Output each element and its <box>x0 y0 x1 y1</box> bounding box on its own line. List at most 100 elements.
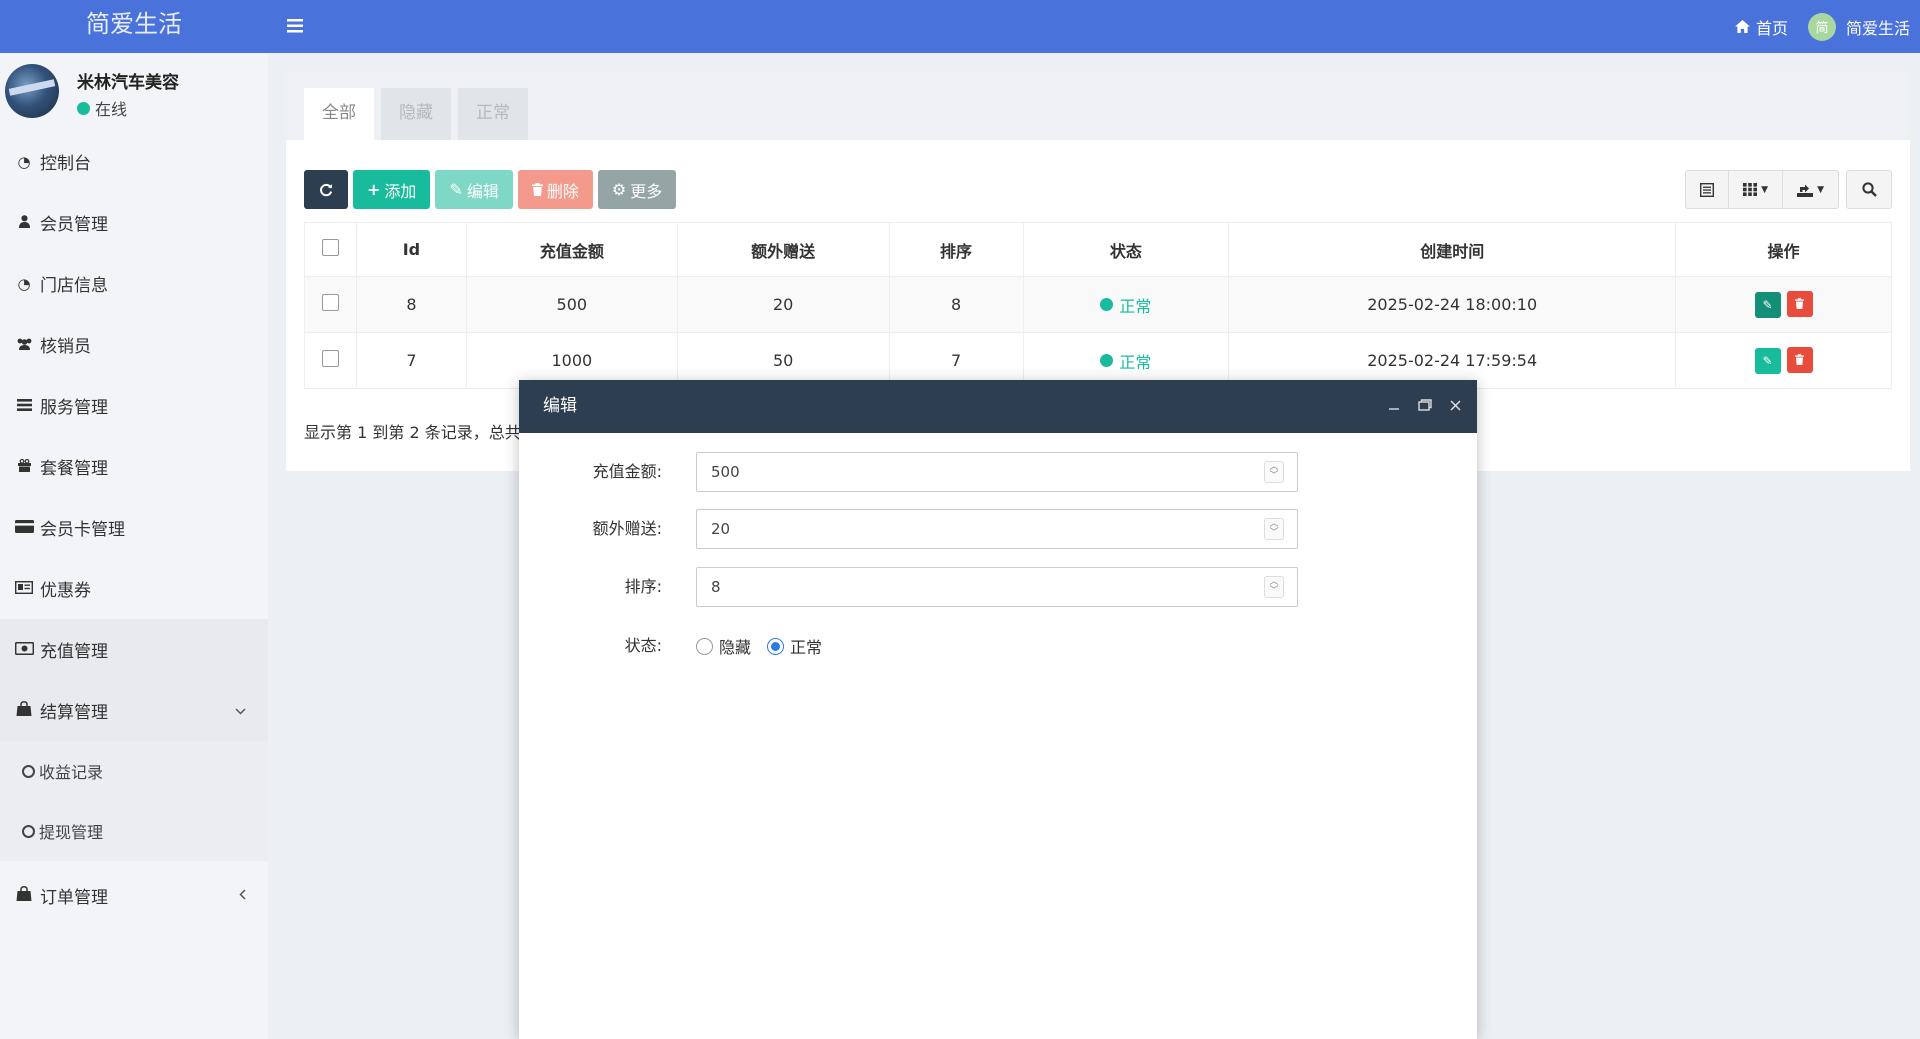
sidebar-item-member-cards[interactable]: 会员卡管理 <box>0 497 268 558</box>
column-header[interactable]: 创建时间 <box>1228 222 1677 277</box>
list-icon <box>14 397 34 415</box>
minimize-icon[interactable] <box>1388 380 1400 433</box>
edit-button[interactable]: ✎ 编辑 <box>435 170 513 209</box>
search-button[interactable] <box>1846 170 1892 209</box>
shopping-bag-icon <box>14 701 34 720</box>
pencil-icon: ✎ <box>1762 354 1773 369</box>
top-navbar: 简爱生活 首页 简 简爱生活 <box>0 0 1920 53</box>
sidebar-item-settlement[interactable]: 结算管理 <box>0 680 268 741</box>
amount-input[interactable]: 500 ︿ ﹀ <box>696 452 1298 492</box>
table-row[interactable]: 8 500 20 8 正常 2025-02-24 18:00:10 ✎ <box>304 276 1892 333</box>
columns-button[interactable]: ▼ <box>1729 171 1784 208</box>
bonus-label: 额外赠送: <box>592 519 662 538</box>
trash-icon <box>1795 354 1805 366</box>
refresh-button[interactable] <box>304 170 348 209</box>
sidebar-item-members[interactable]: 会员管理 <box>0 192 268 253</box>
sidebar-item-withdrawals[interactable]: 提现管理 <box>0 801 268 861</box>
dialog-header: 编辑 <box>519 380 1477 433</box>
form-row-status: 状态: 隐藏 正常 <box>519 626 1477 666</box>
home-link[interactable]: 首页 <box>1735 15 1788 39</box>
sidebar-item-orders[interactable]: 订单管理 <box>0 865 268 926</box>
export-button[interactable]: ▼ <box>1783 171 1838 208</box>
column-header[interactable]: 状态 <box>1022 222 1230 277</box>
maximize-icon[interactable] <box>1418 380 1432 433</box>
sidebar-item-coupons[interactable]: 优惠券 <box>0 558 268 619</box>
sidebar-item-services[interactable]: 服务管理 <box>0 375 268 436</box>
number-stepper-icon[interactable]: ︿ ﹀ <box>1264 576 1284 598</box>
cell-id: 8 <box>355 276 467 333</box>
recharge-table: Id 充值金额 额外赠送 排序 状态 创建时间 操作 8 500 20 8 正常… <box>304 222 1892 389</box>
user-menu[interactable]: 简 简爱生活 <box>1807 12 1910 41</box>
number-stepper-icon[interactable]: ︿ ﹀ <box>1264 461 1284 483</box>
bonus-input[interactable]: 20 ︿ ﹀ <box>696 509 1298 549</box>
cell-status: 正常 <box>1022 276 1230 333</box>
sidebar-item-verifiers[interactable]: 核销员 <box>0 314 268 375</box>
tab-hidden[interactable]: 隐藏 <box>381 88 451 141</box>
refresh-icon <box>320 183 333 196</box>
list-view-icon <box>1700 182 1715 197</box>
form-row-sort: 排序: 8 ︿ ﹀ <box>519 567 1477 607</box>
trash-icon <box>1795 298 1805 310</box>
toggle-view-button[interactable] <box>1686 171 1730 208</box>
id-card-icon <box>14 580 34 598</box>
status-badge[interactable]: 正常 <box>1100 349 1151 373</box>
tab-all[interactable]: 全部 <box>304 88 374 141</box>
status-radio-group: 隐藏 正常 <box>696 626 822 666</box>
tab-normal[interactable]: 正常 <box>458 88 528 141</box>
pencil-icon: ✎ <box>1762 298 1773 313</box>
pagination-info: 显示第 1 到第 2 条记录，总共 <box>304 423 521 442</box>
row-delete-button[interactable] <box>1786 290 1813 317</box>
export-icon <box>1797 184 1814 197</box>
sidebar-subitem-label: 收益记录 <box>39 763 104 782</box>
column-header[interactable]: 额外赠送 <box>676 222 890 277</box>
cell-id: 7 <box>355 332 467 389</box>
sidebar-item-recharge[interactable]: 充值管理 <box>0 619 268 680</box>
more-button[interactable]: ⚙ 更多 <box>597 170 677 209</box>
more-button-label: 更多 <box>630 181 663 201</box>
sidebar-item-label: 会员管理 <box>40 215 108 235</box>
dialog-controls <box>1388 380 1461 433</box>
tab-bar: 全部 隐藏 正常 <box>286 71 1910 141</box>
row-edit-button[interactable]: ✎ <box>1754 348 1781 375</box>
row-delete-button[interactable] <box>1786 346 1813 373</box>
number-stepper-icon[interactable]: ︿ ﹀ <box>1264 518 1284 540</box>
add-button[interactable]: + 添加 <box>353 170 431 209</box>
close-icon[interactable] <box>1450 380 1461 433</box>
sidebar-toggle-icon[interactable] <box>287 14 303 38</box>
cell-actions: ✎ <box>1675 276 1892 333</box>
column-header[interactable]: 排序 <box>888 222 1024 277</box>
delete-button-label: 删除 <box>546 181 579 201</box>
sidebar-item-packages[interactable]: 套餐管理 <box>0 436 268 497</box>
row-edit-button[interactable]: ✎ <box>1754 292 1781 319</box>
sidebar-item-income-records[interactable]: 收益记录 <box>0 741 268 801</box>
chevron-down-icon <box>235 703 246 719</box>
plus-icon: + <box>367 180 381 199</box>
select-all-checkbox[interactable] <box>321 239 339 256</box>
status-badge[interactable]: 正常 <box>1100 293 1151 317</box>
cell-created: 2025-02-24 18:00:10 <box>1228 276 1677 333</box>
column-header[interactable]: 充值金额 <box>465 222 678 277</box>
top-right-nav: 首页 简 简爱生活 <box>1735 0 1910 53</box>
grid-icon <box>1743 183 1758 196</box>
row-checkbox[interactable] <box>321 294 339 311</box>
row-checkbox[interactable] <box>321 350 339 367</box>
form-row-amount: 充值金额: 500 ︿ ﹀ <box>519 452 1477 492</box>
online-status: 在线 <box>77 96 127 120</box>
row-select-cell <box>304 332 357 389</box>
delete-button[interactable]: 删除 <box>517 170 593 209</box>
store-avatar <box>5 64 59 118</box>
money-icon <box>14 641 34 659</box>
app-logo[interactable]: 简爱生活 <box>0 0 268 53</box>
column-header[interactable]: Id <box>355 222 467 277</box>
amount-label: 充值金额: <box>592 462 662 481</box>
view-button-group: ▼ ▼ <box>1685 170 1839 209</box>
sort-input[interactable]: 8 ︿ ﹀ <box>696 567 1298 607</box>
status-radio-hidden[interactable]: 隐藏 <box>696 634 751 658</box>
sidebar-item-store-info[interactable]: ◔ 门店信息 <box>0 253 268 314</box>
shopping-bag-icon <box>14 886 34 905</box>
sidebar: 米林汽车美容 在线 ◔ 控制台 会员管理 ◔ 门店信息 核销员 服务管理 套餐管… <box>0 53 268 1039</box>
sidebar-item-dashboard[interactable]: ◔ 控制台 <box>0 131 268 192</box>
status-radio-normal[interactable]: 正常 <box>767 634 822 658</box>
user-name: 简爱生活 <box>1845 18 1910 38</box>
chevron-left-icon <box>239 888 246 904</box>
